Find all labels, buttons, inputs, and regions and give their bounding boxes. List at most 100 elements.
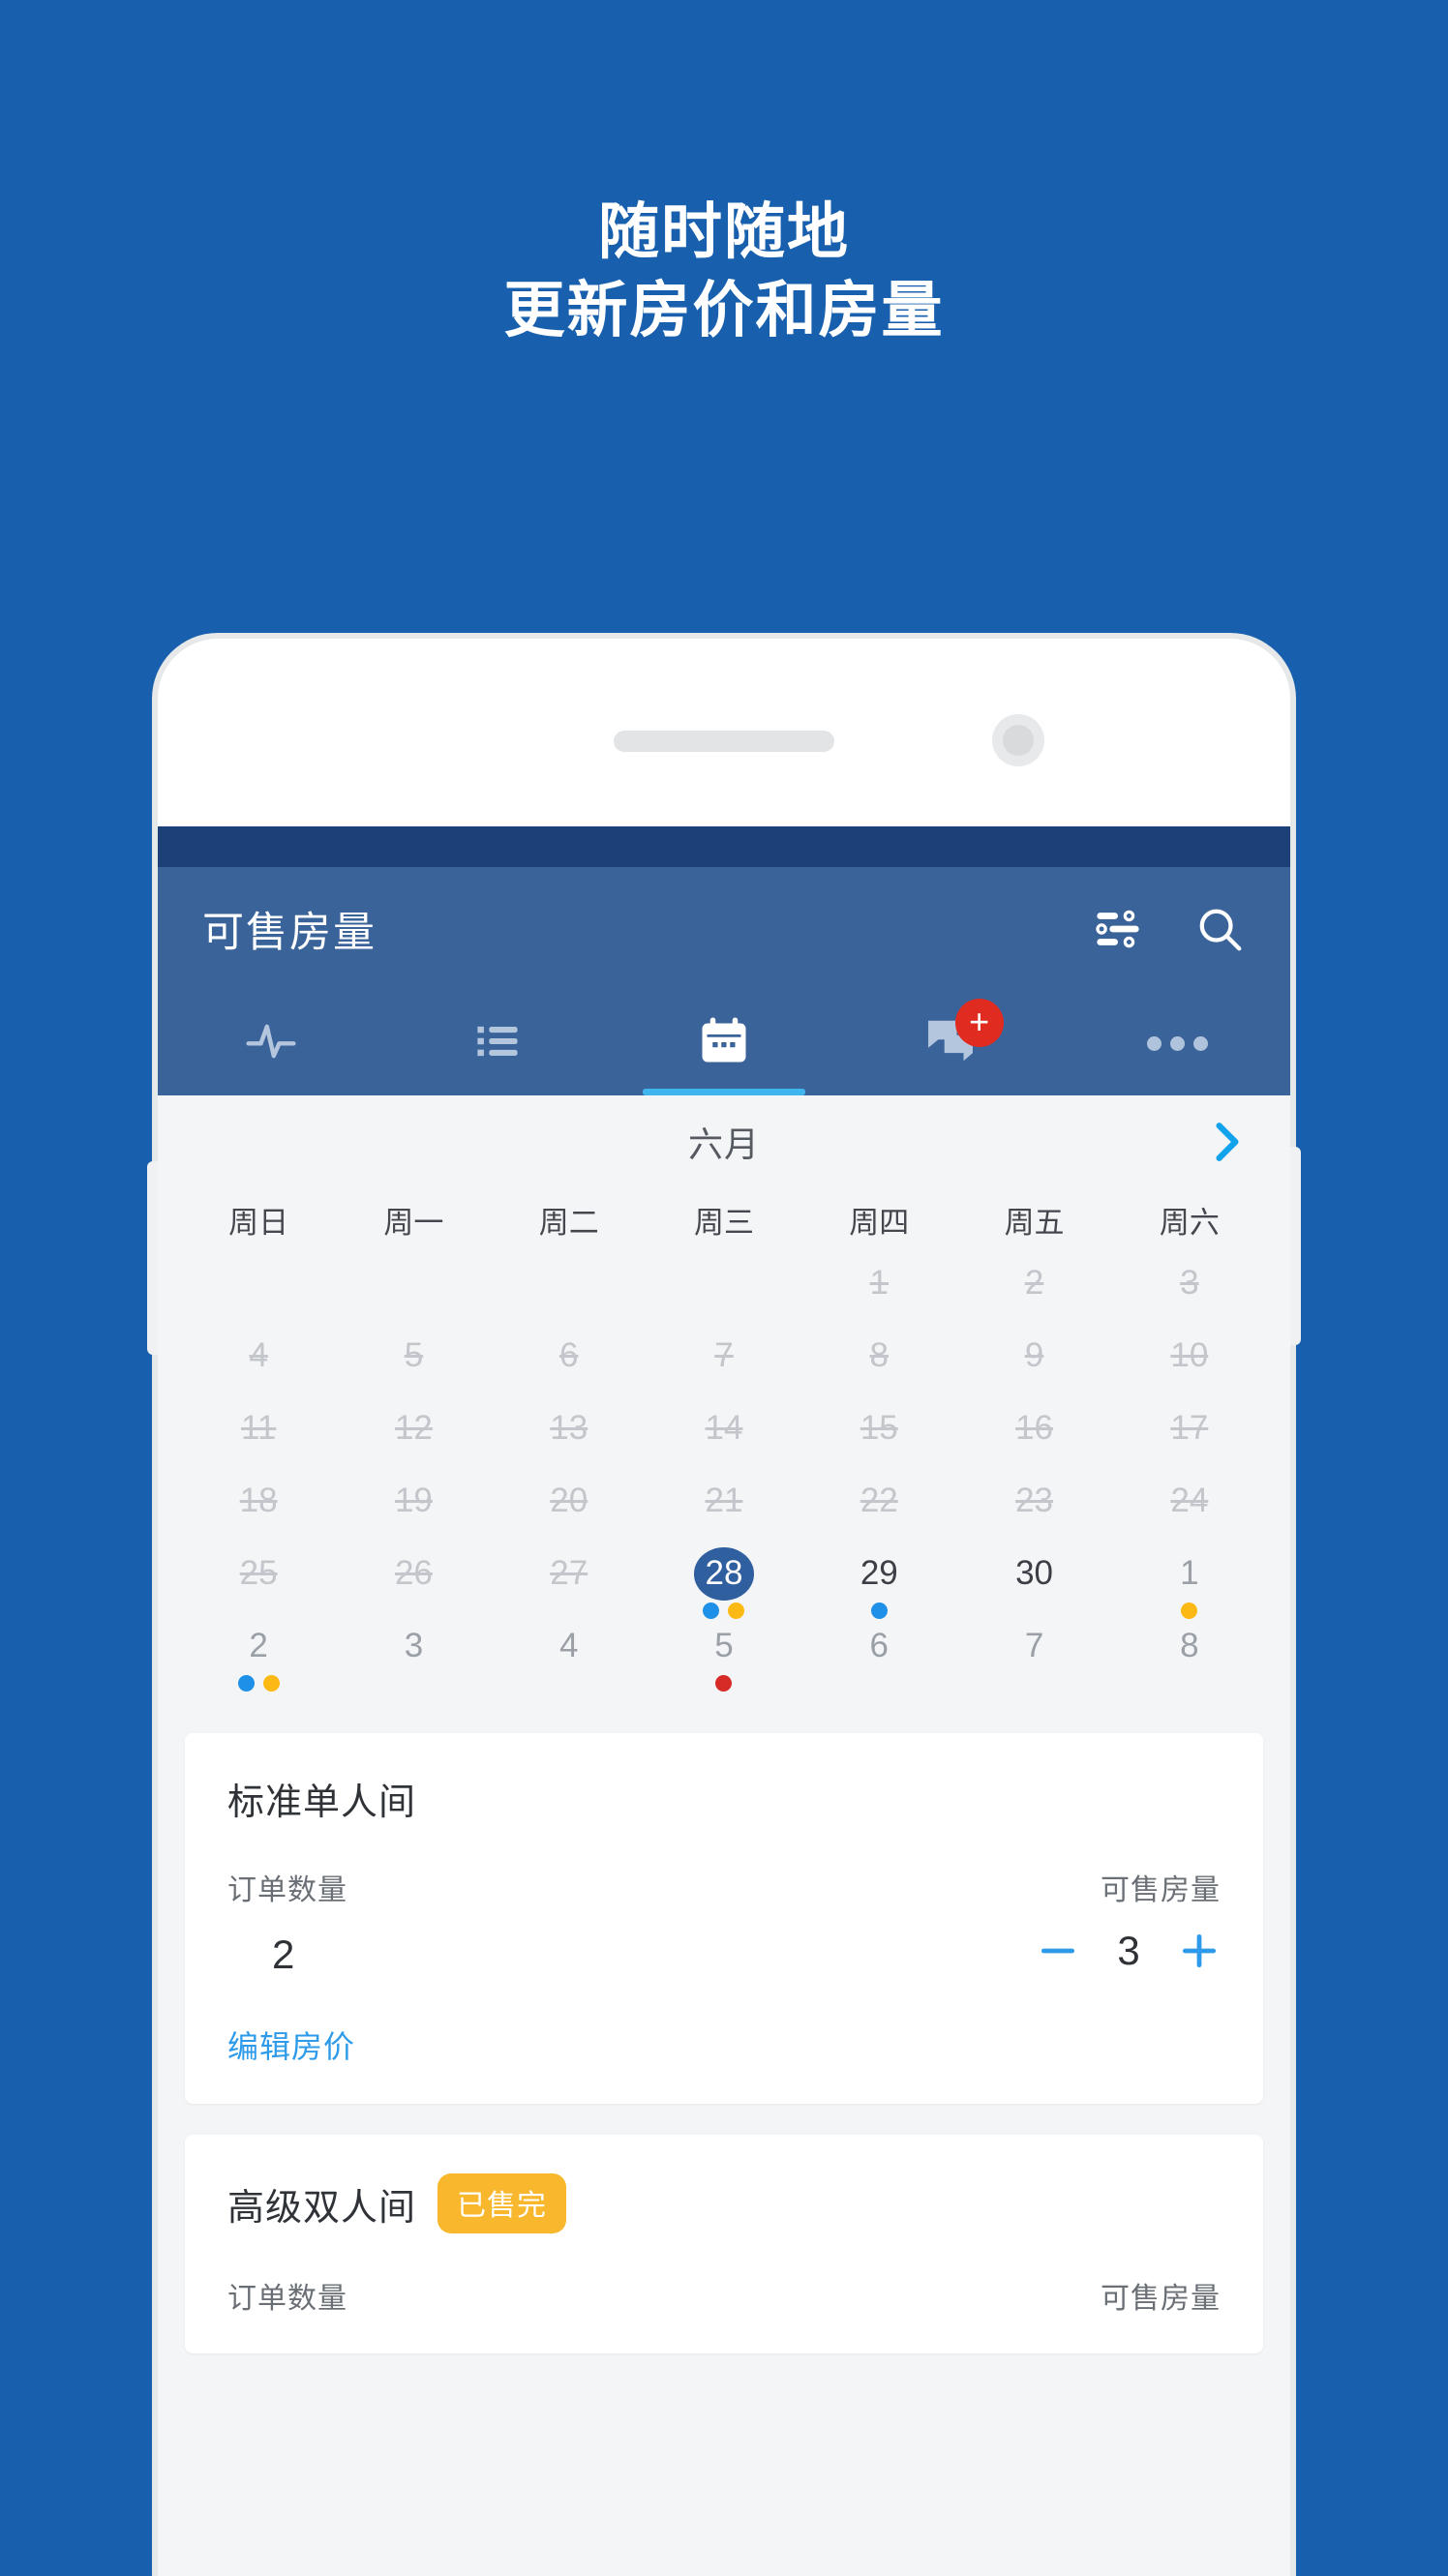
calendar-day-number: 6 xyxy=(558,1336,579,1375)
calendar-day-cell[interactable]: 28 xyxy=(647,1547,801,1620)
calendar-day-number: 14 xyxy=(705,1409,743,1448)
calendar-day-cell[interactable]: 6 xyxy=(801,1620,956,1692)
calendar-day-cell[interactable]: 29 xyxy=(801,1547,956,1620)
available-label: 可售房量 xyxy=(1101,2283,1221,2315)
calendar-day-number: 6 xyxy=(869,1627,890,1665)
calendar-week-row: 11 12 13 14 15 16 17 xyxy=(181,1402,1267,1475)
calendar-day-dots xyxy=(237,1674,280,1692)
calendar-day-cell[interactable]: 26 xyxy=(336,1547,491,1620)
calendar-day-number: 5 xyxy=(714,1627,734,1665)
calendar-day-cell[interactable]: 2 xyxy=(956,1257,1111,1330)
calendar-day-cell[interactable]: 5 xyxy=(336,1330,491,1402)
calendar-day-cell[interactable]: 25 xyxy=(181,1547,336,1620)
calendar-panel: 六月 周日 周一 周二 周三 周四 周五 周六 1 2 3 4 5 6 7 8 9 10 11 12 1… xyxy=(158,1095,1290,1716)
search-icon[interactable] xyxy=(1193,903,1246,955)
calendar-day-cell[interactable]: 6 xyxy=(492,1330,647,1402)
calendar-day-number: 13 xyxy=(550,1409,588,1448)
room-name: 标准单人间 xyxy=(227,1782,417,1823)
calendar-day-number: 8 xyxy=(1180,1627,1199,1665)
calendar-day-number: 2 xyxy=(1024,1264,1044,1303)
filter-icon[interactable] xyxy=(1093,904,1143,954)
calendar-week-row: 18 19 20 21 22 23 24 xyxy=(181,1475,1267,1547)
orders-label: 订单数量 xyxy=(227,1874,347,1906)
tab-list[interactable] xyxy=(384,991,611,1095)
calendar-day-cell[interactable]: 4 xyxy=(181,1330,336,1402)
calendar-cell-empty xyxy=(336,1257,491,1330)
tab-activity[interactable] xyxy=(158,991,384,1095)
calendar-day-cell[interactable]: 22 xyxy=(801,1475,956,1547)
calendar-day-cell[interactable]: 13 xyxy=(492,1402,647,1475)
calendar-day-cell[interactable]: 16 xyxy=(956,1402,1111,1475)
more-icon xyxy=(1146,1035,1208,1051)
calendar-day-cell[interactable]: 8 xyxy=(1112,1620,1267,1692)
room-card[interactable]: 标准单人间 订单数量 2 可售房量 3 编辑房价 xyxy=(185,1733,1263,2104)
tab-calendar[interactable] xyxy=(611,991,837,1095)
volume-button[interactable] xyxy=(147,1161,158,1355)
calendar-day-number: 4 xyxy=(558,1627,579,1665)
calendar-day-cell[interactable]: 23 xyxy=(956,1475,1111,1547)
decrement-button[interactable] xyxy=(1037,1930,1079,1972)
front-camera-icon xyxy=(992,714,1044,766)
calendar-next-month-button[interactable] xyxy=(1205,1120,1250,1164)
calendar-day-cell[interactable]: 18 xyxy=(181,1475,336,1547)
calendar-day-cell[interactable]: 3 xyxy=(1112,1257,1267,1330)
weekday-label: 周四 xyxy=(849,1206,910,1240)
calendar-day-number: 27 xyxy=(550,1554,588,1593)
calendar-day-cell[interactable]: 19 xyxy=(336,1475,491,1547)
calendar-month-label: 六月 xyxy=(687,1124,760,1164)
calendar-grid: 1 2 3 4 5 6 7 8 9 10 11 12 13 14 15 16 17 18 19 20 21 22 23 24 2… xyxy=(181,1257,1267,1692)
room-card[interactable]: 高级双人间 已售完 订单数量 可售房量 xyxy=(185,2135,1263,2353)
calendar-day-number: 2 xyxy=(249,1627,268,1665)
calendar-day-cell[interactable]: 2 xyxy=(181,1620,336,1692)
status-bar xyxy=(158,826,1290,867)
calendar-day-number: 3 xyxy=(404,1627,424,1665)
orders-label: 订单数量 xyxy=(227,2283,347,2315)
calendar-day-dots xyxy=(715,1674,733,1692)
calendar-day-cell[interactable]: 14 xyxy=(647,1402,801,1475)
room-card-list: 标准单人间 订单数量 2 可售房量 3 编辑房价 高级双人间 已售完 订单数量 … xyxy=(158,1716,1290,2353)
calendar-day-cell[interactable]: 7 xyxy=(647,1330,801,1402)
calendar-day-cell[interactable]: 10 xyxy=(1112,1330,1267,1402)
tab-chat[interactable]: + xyxy=(837,991,1064,1095)
calendar-day-cell[interactable]: 1 xyxy=(1112,1547,1267,1620)
calendar-week-row: 2 3 4 5 6 7 8 xyxy=(181,1620,1267,1692)
calendar-day-dots xyxy=(870,1602,888,1620)
app-bar: 可售房量 + xyxy=(158,867,1290,1095)
calendar-day-number: 12 xyxy=(394,1409,433,1448)
calendar-day-cell[interactable]: 12 xyxy=(336,1402,491,1475)
power-button[interactable] xyxy=(1290,1147,1301,1345)
edit-price-link[interactable]: 编辑房价 xyxy=(227,2022,355,2067)
calendar-day-cell[interactable]: 1 xyxy=(801,1257,956,1330)
calendar-day-dots xyxy=(703,1602,745,1620)
calendar-week-row: 1 2 3 xyxy=(181,1257,1267,1330)
calendar-day-cell[interactable]: 7 xyxy=(956,1620,1111,1692)
calendar-day-cell[interactable]: 8 xyxy=(801,1330,956,1402)
calendar-day-cell[interactable]: 21 xyxy=(647,1475,801,1547)
phone-screen: 可售房量 + 六月 周日 周一 周二 周三 周四 周五 周六 1 2 3 4 5… xyxy=(158,826,1290,2576)
calendar-day-cell[interactable]: 15 xyxy=(801,1402,956,1475)
calendar-day-number: 28 xyxy=(693,1547,754,1601)
calendar-day-cell[interactable]: 30 xyxy=(956,1547,1111,1620)
calendar-day-number: 11 xyxy=(240,1409,277,1448)
chat-add-badge[interactable]: + xyxy=(954,999,1004,1047)
calendar-day-number: 9 xyxy=(1024,1336,1044,1375)
calendar-day-cell[interactable]: 9 xyxy=(956,1330,1111,1402)
weekday-label: 周六 xyxy=(1159,1206,1220,1240)
calendar-day-cell[interactable]: 17 xyxy=(1112,1402,1267,1475)
calendar-dot-blue xyxy=(237,1674,255,1692)
list-icon xyxy=(472,1016,523,1071)
calendar-day-cell[interactable]: 5 xyxy=(647,1620,801,1692)
calendar-day-cell[interactable]: 3 xyxy=(336,1620,491,1692)
increment-button[interactable] xyxy=(1178,1930,1221,1972)
calendar-dot-yellow xyxy=(262,1674,280,1692)
calendar-day-number: 26 xyxy=(394,1554,433,1593)
tab-more[interactable] xyxy=(1064,991,1290,1095)
calendar-day-cell[interactable]: 20 xyxy=(492,1475,647,1547)
calendar-day-cell[interactable]: 11 xyxy=(181,1402,336,1475)
calendar-dot-blue xyxy=(870,1602,888,1619)
activity-icon xyxy=(244,1014,298,1073)
calendar-day-cell[interactable]: 27 xyxy=(492,1547,647,1620)
calendar-dot-yellow xyxy=(728,1602,745,1619)
calendar-day-cell[interactable]: 4 xyxy=(492,1620,647,1692)
calendar-day-cell[interactable]: 24 xyxy=(1112,1475,1267,1547)
